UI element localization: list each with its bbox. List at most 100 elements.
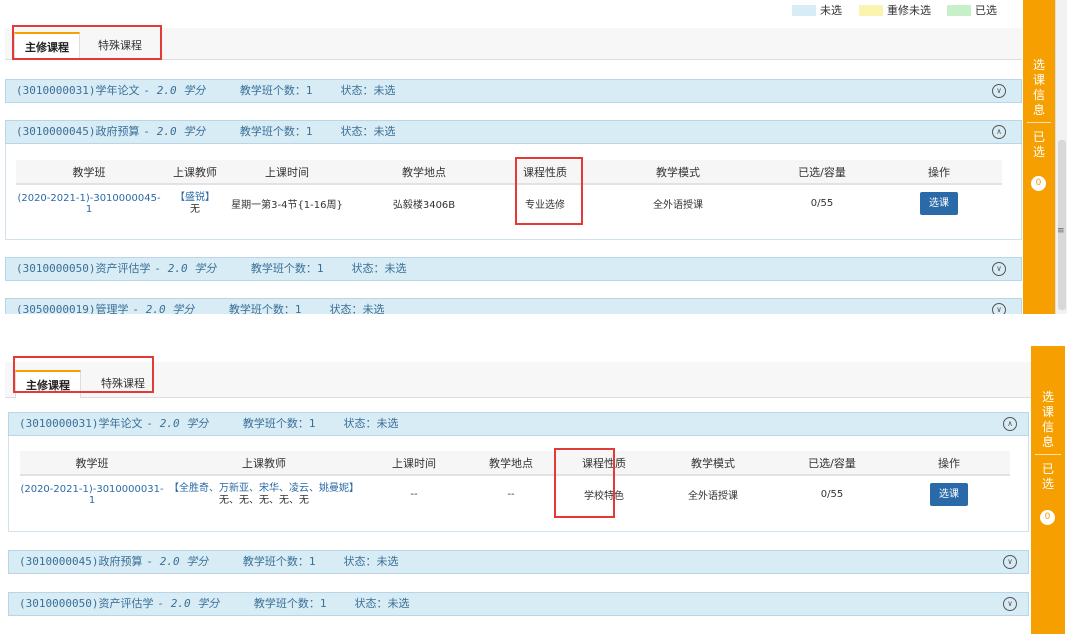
sidebar-divider: [1035, 454, 1061, 455]
table-row: (2020-2021-1)-3010000031-1 【全胜奇、万新亚、宋华、凌…: [20, 475, 1010, 513]
selected-count-badge: 0: [1040, 510, 1055, 525]
course-header-3010000050[interactable]: (3010000050)资产评估学 - 2.0 学分 教学班个数：1 状态：未选 ∨: [5, 257, 1022, 281]
screenshot-top: 未选 重修未选 已选 主修课程 特殊课程 (3010000031)学年论文 - 2…: [0, 0, 1067, 314]
column-header: 操作: [876, 160, 1002, 185]
column-header: 上课教师: [164, 451, 364, 476]
course-header-3010000050[interactable]: (3010000050)资产评估学 - 2.0 学分 教学班个数：1 状态：未选 ∨: [8, 592, 1029, 616]
course-title: (3010000045)政府预算: [16, 125, 140, 138]
tab-major-courses[interactable]: 主修课程: [14, 32, 80, 60]
course-header-3010000045[interactable]: (3010000045)政府预算 - 2.0 学分 教学班个数：1 状态：未选 ∧: [5, 120, 1022, 144]
capacity: 0/55: [820, 489, 844, 500]
course-nature: 学校特色: [584, 491, 624, 502]
selected-label[interactable]: 已选: [1023, 130, 1055, 160]
class-table: 教学班 上课教师 上课时间 教学地点 课程性质 教学模式 已选/容量 操作 (2…: [20, 451, 1010, 513]
course-tab-bar: 主修课程 特殊课程: [5, 362, 1031, 398]
selected-text: 已选: [1041, 462, 1054, 491]
scrollbar-thumb[interactable]: [1058, 140, 1066, 310]
class-location: --: [507, 489, 515, 500]
legend-label: 未选: [820, 4, 842, 17]
tab-special-courses[interactable]: 特殊课程: [91, 370, 155, 398]
class-time: --: [410, 489, 418, 500]
course-header-3050000019[interactable]: (3050000019)管理学 - 2.0 学分 教学班个数：1 状态：未选 ∨: [5, 298, 1022, 314]
course-credits: - 2.0 学分: [154, 262, 217, 275]
course-title: (3010000031)学年论文: [19, 417, 143, 430]
chevron-down-icon[interactable]: ∨: [1003, 597, 1017, 611]
course-nature: 专业选修: [525, 200, 565, 211]
page-scrollbar[interactable]: ≡: [1055, 0, 1067, 314]
chevron-down-icon[interactable]: ∨: [992, 262, 1006, 276]
capacity: 0/55: [810, 198, 834, 209]
screenshot-bottom: 主修课程 特殊课程 (3010000031)学年论文 - 2.0 学分 教学班个数…: [0, 346, 1067, 634]
legend-swatch: [792, 4, 816, 16]
selection-info-label[interactable]: 选课信息: [1023, 58, 1055, 118]
table-header-row: 教学班 上课教师 上课时间 教学地点 课程性质 教学模式 已选/容量 操作: [20, 451, 1010, 476]
course-header-3010000031[interactable]: (3010000031)学年论文 - 2.0 学分 教学班个数：1 状态：未选 ∨: [5, 79, 1022, 103]
course-selection-sidebar[interactable]: 选课信息 已选 0: [1031, 346, 1065, 634]
column-header: 教学模式: [650, 451, 776, 476]
column-header: 上课时间: [228, 160, 346, 185]
selection-info-text: 选课信息: [1032, 58, 1045, 117]
class-count: 教学班个数：1: [242, 417, 316, 430]
chevron-down-icon[interactable]: ∨: [1003, 555, 1017, 569]
course-credits: - 2.0 学分: [143, 125, 206, 138]
selected-text: 已选: [1032, 130, 1045, 159]
column-header: 教学班: [16, 160, 162, 185]
legend-retake-unselected: 重修未选: [859, 4, 931, 17]
course-title: (3010000050)资产评估学: [16, 262, 151, 275]
column-header: 教学地点: [464, 451, 558, 476]
teacher-link[interactable]: 【盛锐】: [162, 192, 228, 204]
column-header: 操作: [888, 451, 1010, 476]
teacher-title: 无、无、无、无、无: [219, 494, 309, 506]
course-status: 状态：未选: [343, 417, 399, 430]
class-id-link[interactable]: (2020-2021-1)-3010000045-1: [17, 193, 160, 215]
legend-label: 已选: [975, 4, 997, 17]
class-count: 教学班个数：1: [228, 303, 302, 314]
course-credits: - 2.0 学分: [132, 303, 195, 314]
course-header-3010000031[interactable]: (3010000031)学年论文 - 2.0 学分 教学班个数：1 状态：未选 ∧: [8, 412, 1029, 436]
selected-label[interactable]: 已选: [1031, 462, 1065, 492]
select-course-button[interactable]: 选课: [920, 192, 958, 215]
teacher-link[interactable]: 【全胜奇、万新亚、宋华、凌云、姚曼妮】: [164, 483, 364, 495]
chevron-down-icon[interactable]: ∨: [992, 303, 1006, 314]
chevron-up-icon[interactable]: ∧: [992, 125, 1006, 139]
table-row: (2020-2021-1)-3010000045-1 【盛锐】无 星期一第3-4…: [16, 184, 1002, 222]
legend-swatch: [859, 4, 883, 16]
selection-info-text: 选课信息: [1041, 390, 1054, 449]
course-status: 状态：未选: [329, 303, 385, 314]
column-header: 上课时间: [364, 451, 464, 476]
teaching-mode: 全外语授课: [653, 200, 703, 211]
class-count: 教学班个数：1: [250, 262, 324, 275]
select-course-button[interactable]: 选课: [930, 483, 968, 506]
course-credits: - 2.0 学分: [146, 555, 209, 568]
tab-major-courses[interactable]: 主修课程: [15, 370, 81, 398]
course-status: 状态：未选: [343, 555, 399, 568]
legend-selected: 已选: [947, 4, 997, 17]
chevron-down-icon[interactable]: ∨: [992, 84, 1006, 98]
course-status: 状态：未选: [340, 84, 396, 97]
class-count: 教学班个数：1: [242, 555, 316, 568]
legend-label: 重修未选: [887, 4, 931, 17]
chevron-up-icon[interactable]: ∧: [1003, 417, 1017, 431]
selected-count-badge: 0: [1031, 176, 1046, 191]
selection-info-label[interactable]: 选课信息: [1031, 390, 1065, 450]
course-credits: - 2.0 学分: [143, 84, 206, 97]
course-title: (3050000019)管理学: [16, 303, 129, 314]
table-header-row: 教学班 上课教师 上课时间 教学地点 课程性质 教学模式 已选/容量 操作: [16, 160, 1002, 185]
course-selection-sidebar[interactable]: 选课信息 已选 0: [1023, 0, 1055, 314]
column-header: 上课教师: [162, 160, 228, 185]
legend-unselected: 未选: [792, 4, 842, 17]
column-header: 教学班: [20, 451, 164, 476]
legend-swatch: [947, 4, 971, 16]
teacher-title: 无: [190, 203, 200, 215]
course-status: 状态：未选: [340, 125, 396, 138]
class-id-link[interactable]: (2020-2021-1)-3010000031-1: [20, 484, 163, 506]
column-header: 已选/容量: [776, 451, 888, 476]
course-header-3010000045[interactable]: (3010000045)政府预算 - 2.0 学分 教学班个数：1 状态：未选 ∨: [8, 550, 1029, 574]
column-header: 教学模式: [588, 160, 768, 185]
teaching-mode: 全外语授课: [688, 491, 738, 502]
sidebar-divider: [1027, 122, 1051, 123]
tab-special-courses[interactable]: 特殊课程: [88, 32, 152, 60]
class-count: 教学班个数：1: [239, 84, 313, 97]
column-header: 已选/容量: [768, 160, 876, 185]
course-title: (3010000050)资产评估学: [19, 597, 154, 610]
